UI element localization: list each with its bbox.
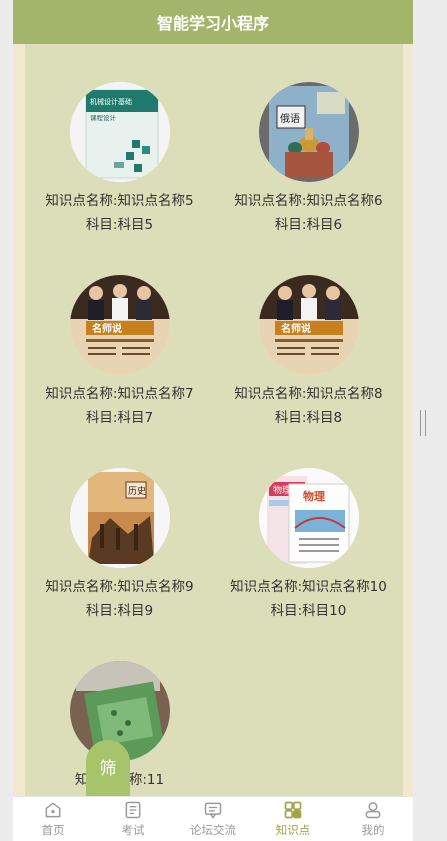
user-icon — [365, 802, 381, 819]
svg-text:名师说: 名师说 — [92, 322, 122, 335]
svg-text:俄语: 俄语 — [280, 113, 300, 125]
tab-label: 首页 — [41, 823, 65, 837]
knowledge-card[interactable]: 物理 物理 知识点名称:知识点名称10 科目:科目10 — [214, 468, 403, 620]
poster-teachers-icon: 名师说 — [258, 275, 359, 375]
tab-mine[interactable]: 我的 — [333, 797, 413, 841]
knowledge-subject: 科目:科目7 — [85, 410, 154, 426]
knowledge-card[interactable]: 历史 知识点名称:知识点名称9 科目:科目9 — [25, 468, 214, 620]
svg-text:历史: 历史 — [128, 485, 146, 497]
tab-knowledge[interactable]: 知识点 — [253, 797, 333, 841]
svg-text:课程设计: 课程设计 — [90, 113, 117, 122]
resize-handle[interactable] — [420, 410, 426, 436]
cover-image: 名师说 — [258, 275, 359, 375]
forum-icon — [204, 802, 222, 819]
svg-text:物理: 物理 — [303, 489, 325, 503]
tab-label: 我的 — [361, 823, 385, 837]
knowledge-list[interactable]: 机械设计基础 课程设计 知识点名称:知识点名称5 科目:科目5 俄语 知识点名称… — [25, 44, 403, 796]
page-title: 智能学习小程序 — [156, 14, 269, 33]
tab-exam[interactable]: 考试 — [93, 797, 173, 841]
bottom-tab-bar: 首页 考试 论坛交流 知识点 我的 — [13, 796, 413, 841]
cover-image: 俄语 — [258, 82, 359, 182]
poster-teachers-icon: 名师说 — [69, 275, 170, 375]
knowledge-name: 知识点名称:知识点名称8 — [234, 386, 383, 402]
knowledge-subject: 科目:科目5 — [85, 217, 154, 233]
app-header: 智能学习小程序 — [13, 0, 413, 44]
filter-button[interactable]: 筛 选 — [86, 740, 130, 796]
svg-text:名师说: 名师说 — [281, 322, 311, 335]
knowledge-name: 知识点名称:知识点名称10 — [230, 579, 387, 595]
home-icon — [45, 802, 61, 818]
exam-icon — [125, 801, 141, 819]
cover-image: 机械设计基础 课程设计 — [69, 82, 170, 182]
knowledge-card[interactable]: 机械设计基础 课程设计 知识点名称:知识点名称5 科目:科目5 — [25, 82, 214, 234]
knowledge-subject: 科目:科目9 — [85, 603, 154, 619]
knowledge-name: 知识点名称:知识点名称5 — [45, 193, 194, 209]
knowledge-card[interactable]: 名师说 知识点名称:知识点名称8 科目:科目8 — [214, 275, 403, 427]
knowledge-name: 知识点名称:知识点名称9 — [45, 579, 194, 595]
knowledge-subject: 科目:科目6 — [274, 217, 343, 233]
cover-image: 历史 — [69, 468, 170, 568]
cover-image: 名师说 — [69, 275, 170, 375]
phone-screen: 智能学习小程序 机械设计基础 课程设计 知识点名称:知识点名称5 科目:科目5 … — [13, 0, 413, 841]
filter-label-line1: 筛 — [99, 759, 117, 779]
tab-label: 考试 — [121, 823, 145, 837]
knowledge-card[interactable]: 俄语 知识点名称:知识点名称6 科目:科目6 — [214, 82, 403, 234]
book-cover-mechanical-icon: 机械设计基础 课程设计 — [69, 82, 170, 182]
svg-text:机械设计基础: 机械设计基础 — [90, 97, 132, 106]
knowledge-card[interactable]: 名师说 知识点名称:知识点名称7 科目:科目7 — [25, 275, 214, 427]
book-cover-russian-icon: 俄语 — [258, 82, 359, 182]
book-cover-history-icon: 历史 — [69, 468, 170, 568]
knowledge-subject: 科目:科目10 — [270, 603, 347, 619]
knowledge-subject: 科目:科目8 — [274, 410, 343, 426]
cover-image: 物理 物理 — [258, 468, 359, 568]
book-cover-physics-icon: 物理 物理 — [258, 468, 359, 568]
tab-label: 论坛交流 — [190, 823, 236, 837]
knowledge-icon — [284, 801, 302, 819]
knowledge-name: 知识点名称:知识点名称6 — [234, 193, 383, 209]
tab-label: 知识点 — [275, 823, 311, 837]
svg-text:物理: 物理 — [273, 484, 291, 496]
tab-home[interactable]: 首页 — [13, 797, 93, 841]
tab-forum[interactable]: 论坛交流 — [173, 797, 253, 841]
knowledge-name: 知识点名称:知识点名称7 — [45, 386, 194, 402]
